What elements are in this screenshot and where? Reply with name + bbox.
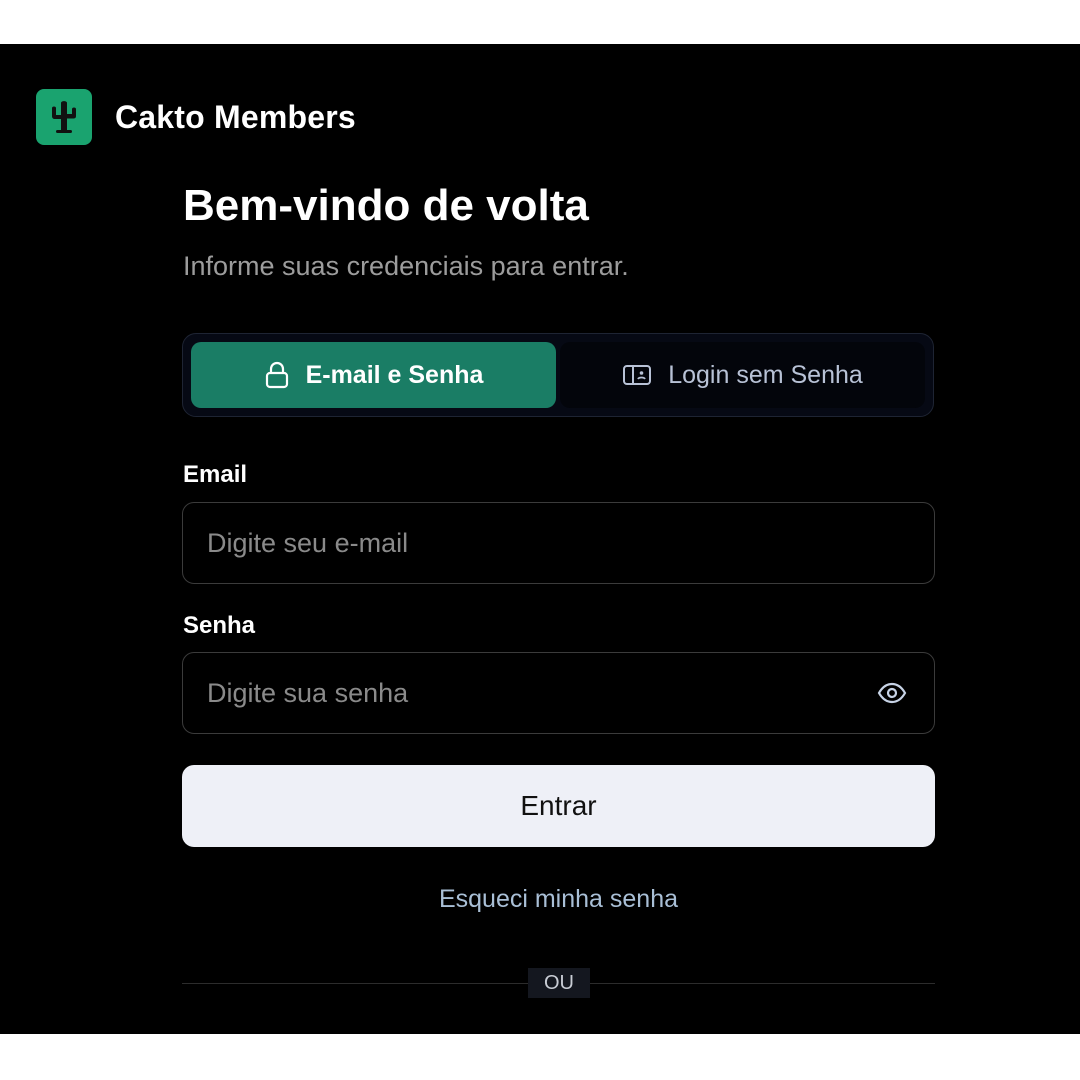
tab-email-password-label: E-mail e Senha [305, 360, 484, 389]
submit-button[interactable]: Entrar [182, 765, 935, 847]
brand-name: Cakto Members [115, 98, 356, 135]
login-method-tabs: E-mail e Senha Login sem Senha [182, 333, 934, 417]
magic-link-icon [622, 363, 652, 387]
forgot-password-link[interactable]: Esqueci minha senha [182, 885, 935, 914]
brand-header: Cakto Members [36, 89, 356, 145]
tab-email-password[interactable]: E-mail e Senha [191, 342, 556, 408]
cactus-logo-icon [36, 89, 92, 145]
password-field-container [182, 652, 935, 734]
divider-label: OU [528, 968, 590, 998]
page-subtitle: Informe suas credenciais para entrar. [183, 251, 629, 281]
email-field-container [182, 502, 935, 584]
lock-icon [264, 361, 290, 389]
tab-passwordless-login[interactable]: Login sem Senha [560, 342, 925, 408]
login-screen: Cakto Members Bem-vindo de volta Informe… [0, 44, 1080, 1034]
email-label: Email [183, 461, 248, 488]
email-input[interactable] [183, 503, 934, 583]
password-label: Senha [183, 612, 256, 639]
eye-icon[interactable] [872, 673, 912, 713]
password-input[interactable] [183, 653, 872, 733]
tab-passwordless-label: Login sem Senha [668, 360, 863, 389]
page-title: Bem-vindo de volta [183, 181, 589, 230]
